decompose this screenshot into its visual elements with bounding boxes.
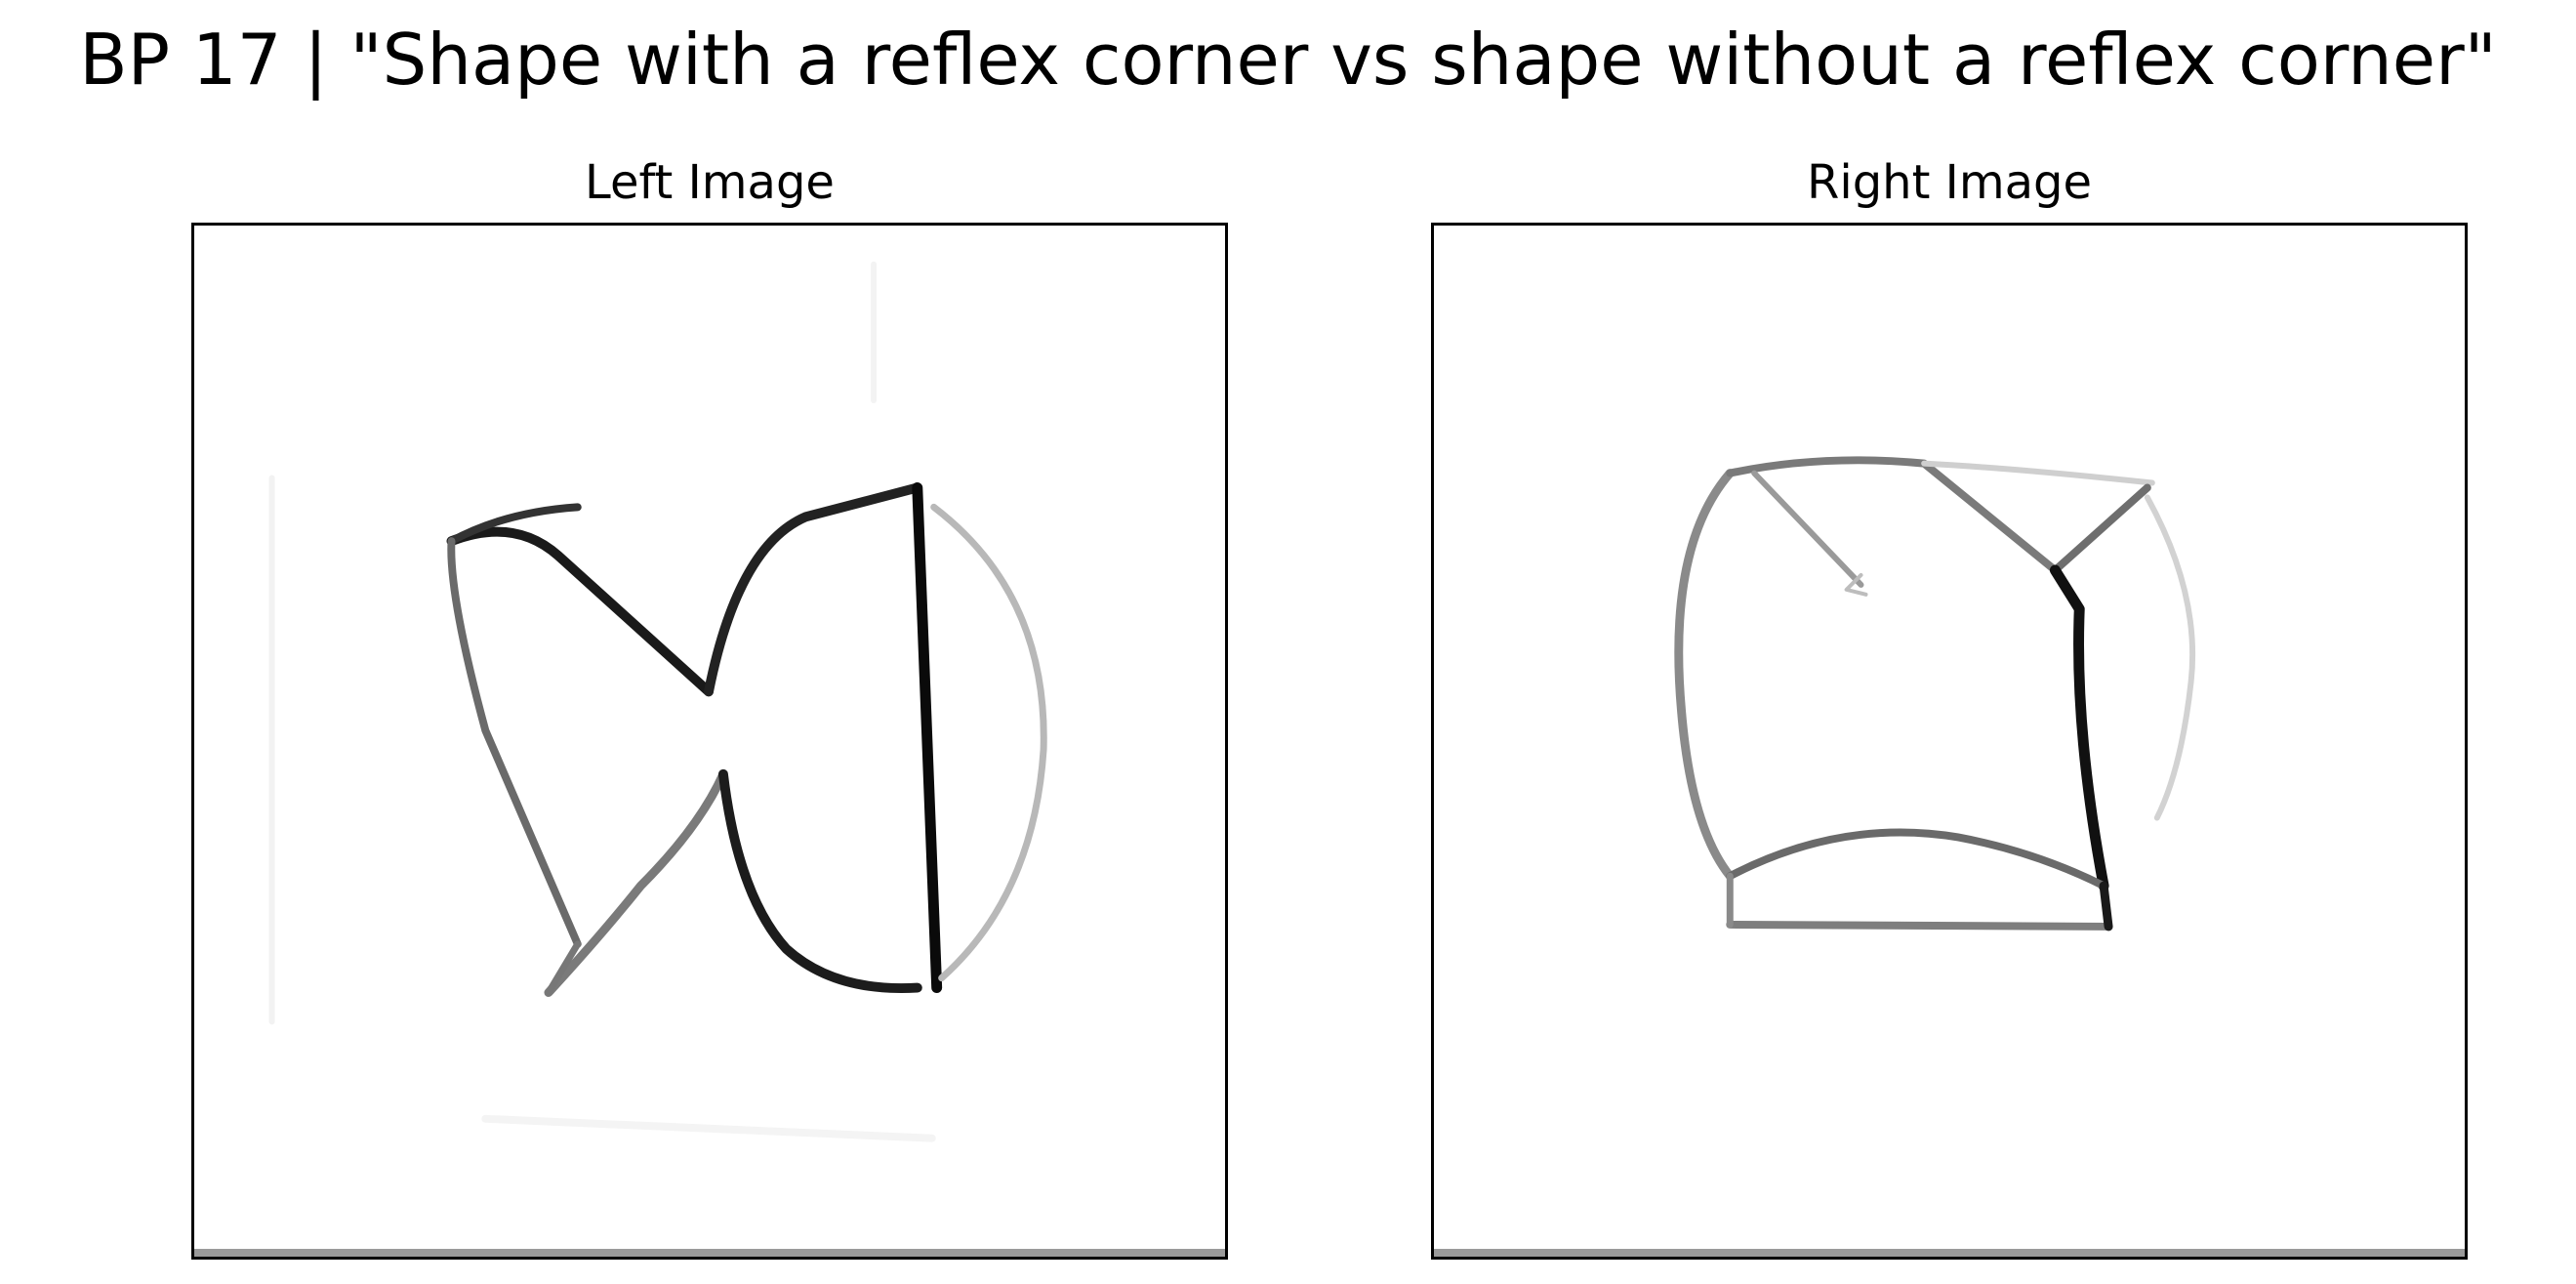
right-bulb-top-edge xyxy=(704,482,922,697)
right-vertical-bar xyxy=(912,482,943,994)
interior-stroke xyxy=(1751,470,1864,588)
figure-title: BP 17 | "Shape with a reflex corner vs s… xyxy=(79,19,2497,101)
convex-bottom-edge xyxy=(1726,920,2113,931)
right-shape-drawing xyxy=(1674,456,2196,932)
left-image-panel xyxy=(191,223,1228,1260)
right-image-panel xyxy=(1431,223,2468,1260)
outer-arc xyxy=(930,503,1047,982)
left-wedge-left-edge xyxy=(447,537,582,948)
right-image-title: Right Image xyxy=(1807,155,2092,210)
right-bulb-bottom-edge xyxy=(717,768,922,994)
convex-top-right-tick xyxy=(2051,483,2151,574)
convex-inner-base-curve xyxy=(1726,828,2108,891)
convex-left-edge xyxy=(1674,469,1735,881)
left-panel-bottom-edge xyxy=(194,1249,1225,1257)
convex-right-edge xyxy=(2049,564,2109,891)
left-image-title: Left Image xyxy=(585,155,835,210)
left-shape-drawing xyxy=(268,261,1047,1142)
right-panel-bottom-edge xyxy=(1434,1249,2465,1257)
left-wedge-top-edge xyxy=(446,526,714,697)
left-wedge-bottom-edge xyxy=(544,769,728,998)
convex-top-edge xyxy=(1726,456,2060,574)
